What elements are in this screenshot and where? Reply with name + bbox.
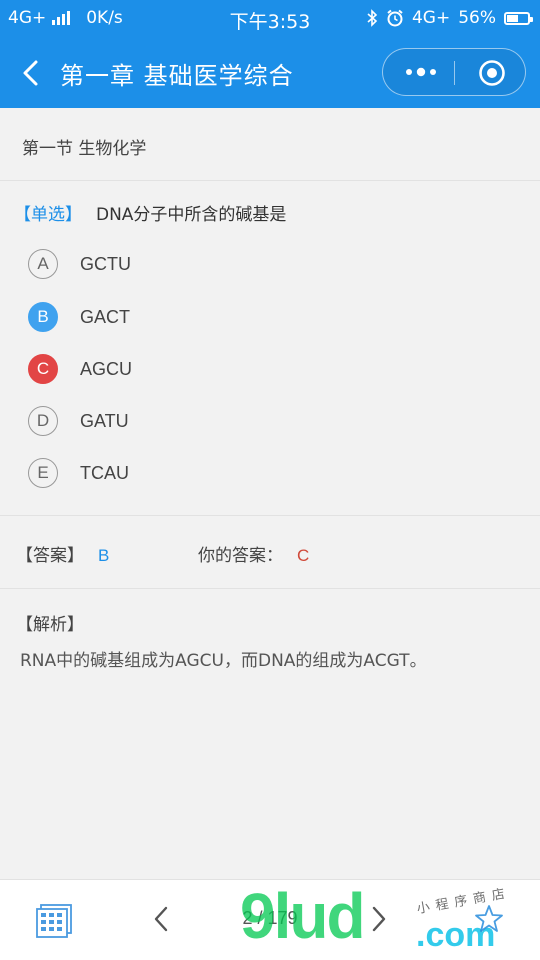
option-text: AGCU (80, 358, 133, 379)
divider (0, 588, 540, 589)
option-letter: D (28, 406, 58, 436)
page-counter: 2 / 179 (242, 908, 298, 928)
option-b[interactable]: B GACT (28, 300, 130, 334)
network-type-right: 4G+ (411, 8, 451, 28)
option-letter: A (28, 249, 58, 279)
battery-percent: 56% (458, 8, 496, 28)
option-letter: B (28, 302, 58, 332)
status-bar: 4G+ 0K/s 下午3:53 4G+ 56% (0, 0, 540, 38)
your-answer-label: 你的答案： (198, 546, 283, 566)
back-arrow-icon[interactable] (16, 56, 46, 90)
analysis-text: RNA中的碱基组成为AGCU，而DNA的组成为ACGT。 (20, 651, 427, 671)
question-text: DNA分子中所含的碱基是 (96, 205, 287, 225)
next-question-icon[interactable] (366, 904, 390, 934)
option-text: TCAU (80, 462, 129, 483)
battery-fill (507, 14, 518, 22)
option-text: GATU (80, 410, 129, 431)
option-text: GCTU (80, 253, 131, 274)
capsule-divider (454, 61, 455, 85)
analysis-label: 【解析】 (16, 615, 84, 635)
page-title: 第一章 基础医学综合 (60, 62, 294, 90)
option-letter: C (28, 354, 58, 384)
bluetooth-icon (367, 9, 378, 27)
battery-icon (504, 11, 533, 25)
your-answer-group: 你的答案： C (198, 541, 309, 566)
nav-bar: 第一章 基础医学综合 (0, 38, 540, 108)
section-header: 第一节 生物化学 (0, 108, 540, 181)
question-stem: 【单选】 DNA分子中所含的碱基是 (14, 200, 286, 225)
option-letter: E (28, 458, 58, 488)
option-a[interactable]: A GCTU (28, 247, 131, 281)
your-answer: C (297, 546, 310, 565)
section-title: 第一节 生物化学 (22, 139, 147, 159)
option-c[interactable]: C AGCU (28, 352, 132, 386)
more-icon[interactable] (403, 59, 439, 85)
divider (0, 515, 540, 516)
question-type: 【单选】 (14, 205, 82, 225)
close-miniprogram-icon[interactable] (477, 58, 507, 88)
correct-answer: B (98, 546, 110, 565)
option-d[interactable]: D GATU (28, 404, 129, 438)
answer-row: 【答案】 B 你的答案： C (16, 541, 536, 566)
answer-label: 【答案】 (16, 546, 84, 566)
option-e[interactable]: E TCAU (28, 456, 129, 490)
option-text: GACT (80, 306, 131, 327)
bottom-toolbar: 2 / 179 (0, 879, 540, 960)
status-right: 4G+ 56% (366, 8, 533, 28)
alarm-icon (387, 9, 403, 27)
miniprogram-capsule (382, 48, 526, 96)
